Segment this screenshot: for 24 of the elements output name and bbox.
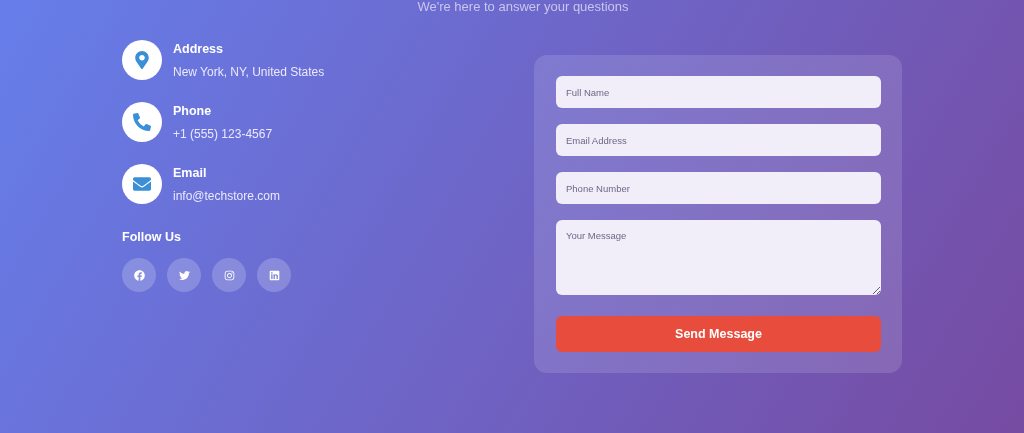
send-button[interactable]: Send Message <box>556 316 881 352</box>
input-field[interactable]: Phone Number <box>556 172 881 204</box>
linkedin-icon <box>268 269 280 281</box>
instagram-icon <box>223 269 235 281</box>
contact-title: Email <box>173 166 208 180</box>
contact-value: info@techstore.com <box>173 189 280 203</box>
facebook-icon <box>133 269 145 281</box>
follow-title: Follow Us <box>122 230 183 244</box>
twitter-link[interactable] <box>167 258 201 292</box>
subtitle: We're here to answer your questions <box>416 0 630 14</box>
message-field[interactable]: Your Message <box>556 220 881 295</box>
contact-value: +1 (555) 123-4567 <box>173 127 273 141</box>
location-pin-icon <box>133 51 151 69</box>
facebook-link[interactable] <box>122 258 156 292</box>
contact-value: New York, NY, United States <box>173 65 325 79</box>
contact-title: Address <box>173 42 225 56</box>
contact-title: Phone <box>173 104 213 118</box>
envelope-icon <box>133 175 151 193</box>
phone-icon <box>133 113 151 131</box>
input-field[interactable]: Email Address <box>556 124 881 156</box>
instagram-link[interactable] <box>212 258 246 292</box>
twitter-icon <box>178 269 190 281</box>
linkedin-link[interactable] <box>257 258 291 292</box>
input-field[interactable]: Full Name <box>556 76 881 108</box>
